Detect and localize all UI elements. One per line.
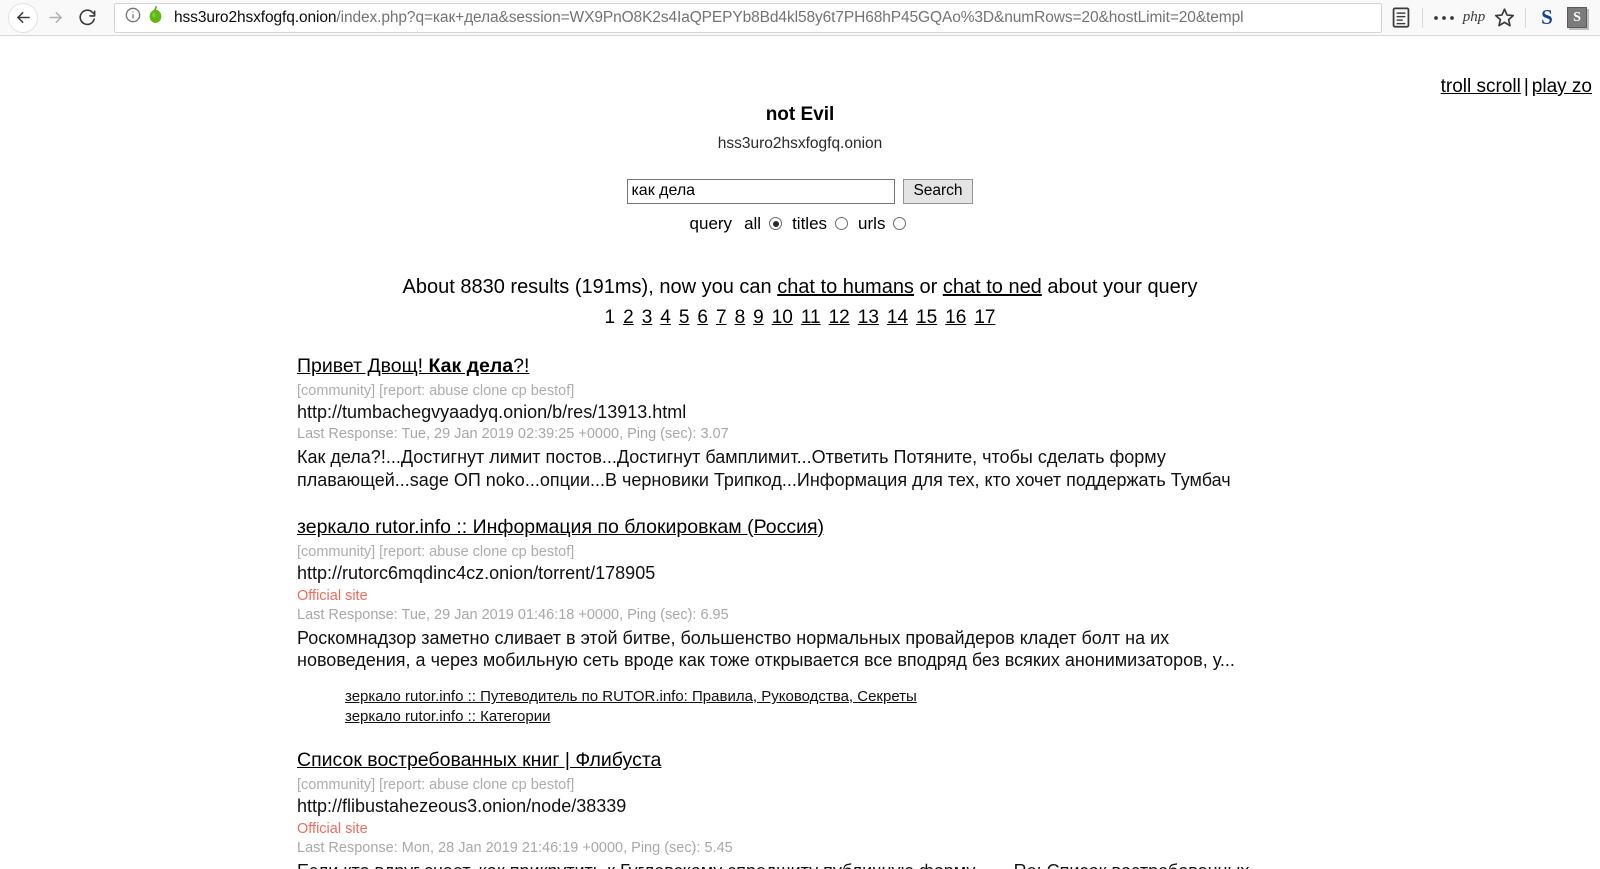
chat-to-ned-link[interactable]: chat to ned (943, 276, 1042, 298)
toolbar-divider-2 (1525, 7, 1526, 28)
bookmark-star-icon[interactable] (1489, 3, 1519, 33)
php-extension-icon[interactable]: php (1459, 3, 1489, 33)
troll-scroll-link[interactable]: troll scroll (1441, 76, 1521, 97)
forward-button[interactable] (40, 3, 70, 33)
back-arrow-icon (16, 11, 30, 24)
result-title-link[interactable]: зеркало rutor.info :: Информация по блок… (297, 516, 824, 538)
top-links: troll scroll | play zo (1441, 76, 1592, 98)
site-header: not Evil hss3uro2hsxfogfq.onion (0, 36, 1600, 153)
pagination-current: 1 (604, 306, 616, 328)
pagination-page-13[interactable]: 13 (858, 307, 879, 328)
results-summary-suffix: about your query (1041, 275, 1198, 298)
result-response-info: Last Response: Tue, 29 Jan 2019 02:39:25… (297, 425, 729, 442)
search-scope-options: query all titles urls (0, 214, 1600, 234)
reader-mode-icon[interactable] (1386, 3, 1416, 33)
pagination-page-7[interactable]: 7 (716, 307, 727, 328)
pagination-page-3[interactable]: 3 (642, 307, 653, 328)
scope-radio-titles[interactable] (835, 217, 849, 231)
result-url: http://flibustahezeous3.onion/node/38339 (297, 796, 627, 817)
onion-icon (147, 6, 164, 29)
top-links-separator: | (1523, 76, 1529, 97)
result-sublinks: зеркало rutor.info :: Путеводитель по RU… (297, 688, 1580, 725)
result-sublink[interactable]: зеркало rutor.info :: Категории (345, 708, 550, 725)
result-tags[interactable]: [community] [report: abuse clone cp best… (297, 777, 1580, 793)
result-response-info: Last Response: Tue, 29 Jan 2019 01:46:18… (297, 606, 729, 623)
scope-radio-all[interactable] (769, 217, 783, 231)
result-sublink[interactable]: зеркало rutor.info :: Путеводитель по RU… (345, 688, 917, 705)
official-site-badge: Official site (297, 821, 368, 838)
result-snippet: Роскомнадзор заметно сливает в этой битв… (297, 627, 1235, 671)
toolbar-actions: php S S (1386, 3, 1592, 33)
reload-icon (78, 9, 95, 26)
search-input[interactable] (627, 178, 896, 204)
browser-toolbar: hss3uro2hsxfogfq.onion/index.php?q=как+д… (0, 0, 1600, 36)
pagination-page-5[interactable]: 5 (679, 307, 690, 328)
result-snippet: Как дела?!...Достигнут лимит постов...До… (297, 446, 1231, 490)
pagination-page-14[interactable]: 14 (887, 307, 908, 328)
chat-to-humans-link[interactable]: chat to humans (777, 276, 914, 298)
result-title-link[interactable]: Привет Двощ! Как дела?! (297, 355, 529, 377)
site-title: not Evil (765, 104, 835, 125)
pagination-page-4[interactable]: 4 (660, 307, 671, 328)
pagination-page-10[interactable]: 10 (772, 307, 793, 328)
result-title-highlight: Как дела (428, 354, 514, 377)
scope-label-all: all (744, 213, 762, 233)
scope-label-urls: urls (858, 213, 886, 233)
result-tags[interactable]: [community] [report: abuse clone cp best… (297, 544, 1580, 560)
search-result: Привет Двощ! Как дела?! [community] [repo… (297, 355, 1580, 492)
pagination-page-8[interactable]: 8 (735, 307, 746, 328)
search-area: Search query all titles urls (0, 178, 1600, 234)
url-path: /index.php?q=как+дела&session=WX9PnO8K2s… (336, 8, 1244, 26)
result-snippet: Если кто вдруг знает, как прикрутить к Г… (297, 860, 1250, 869)
search-row: Search (627, 178, 973, 204)
results-list: Привет Двощ! Как дела?! [community] [repo… (0, 355, 1600, 869)
pagination-page-6[interactable]: 6 (697, 307, 708, 328)
search-result: Список востребованных книг | Флибуста [co… (297, 749, 1580, 869)
back-button[interactable] (8, 2, 38, 33)
results-summary: About 8830 results (191ms), now you can … (0, 276, 1600, 299)
pagination-page-15[interactable]: 15 (916, 307, 937, 328)
pagination-page-11[interactable]: 11 (801, 307, 821, 328)
page-content: troll scroll | play zo not Evil hss3uro2hs… (0, 36, 1600, 869)
s-note-extension-icon[interactable]: S (1562, 3, 1592, 33)
query-label: query (689, 213, 733, 233)
site-domain: hss3uro2hsxfogfq.onion (717, 134, 883, 152)
result-title-link[interactable]: Список востребованных книг | Флибуста (297, 749, 661, 771)
page-actions-menu-icon[interactable] (1429, 3, 1459, 33)
result-title-row: Список востребованных книг | Флибуста (297, 749, 1580, 772)
pagination-page-2[interactable]: 2 (623, 307, 634, 328)
pagination-page-17[interactable]: 17 (974, 307, 995, 328)
results-summary-middle: or (913, 275, 943, 298)
search-result: зеркало rutor.info :: Информация по блок… (297, 516, 1580, 726)
play-zork-link[interactable]: play zo (1532, 76, 1592, 97)
pagination-page-16[interactable]: 16 (945, 307, 966, 328)
result-tags[interactable]: [community] [report: abuse clone cp best… (297, 383, 1580, 399)
results-summary-prefix: About 8830 results (191ms), now you can (402, 275, 778, 298)
site-info-icon[interactable] (125, 7, 141, 28)
search-button[interactable]: Search (903, 178, 973, 204)
result-title-row: зеркало rutor.info :: Информация по блок… (297, 516, 1580, 539)
result-response-info: Last Response: Mon, 28 Jan 2019 21:46:19… (297, 840, 733, 857)
scope-label-titles: titles (792, 213, 828, 233)
pagination-page-9[interactable]: 9 (753, 307, 764, 328)
result-title-row: Привет Двощ! Как дела?! (297, 355, 1580, 378)
address-bar[interactable]: hss3uro2hsxfogfq.onion/index.php?q=как+д… (114, 2, 1382, 33)
pagination-page-12[interactable]: 12 (829, 307, 850, 328)
result-url: http://rutorc6mqdinc4cz.onion/torrent/17… (297, 562, 656, 583)
toolbar-divider (1422, 7, 1423, 28)
scope-radio-urls[interactable] (893, 217, 907, 231)
s-extension-icon[interactable]: S (1532, 3, 1562, 33)
pagination: 1 2 3 4 5 6 7 8 9 10 11 12 13 14 15 16 17 (0, 307, 1600, 329)
url-host: hss3uro2hsxfogfq.onion (174, 8, 337, 26)
official-site-badge: Official site (297, 587, 368, 604)
forward-arrow-icon (48, 11, 62, 24)
reload-button[interactable] (72, 3, 102, 33)
url-text: hss3uro2hsxfogfq.onion/index.php?q=как+д… (174, 9, 1243, 27)
result-url: http://tumbachegvyaadyq.onion/b/res/1391… (297, 401, 687, 422)
